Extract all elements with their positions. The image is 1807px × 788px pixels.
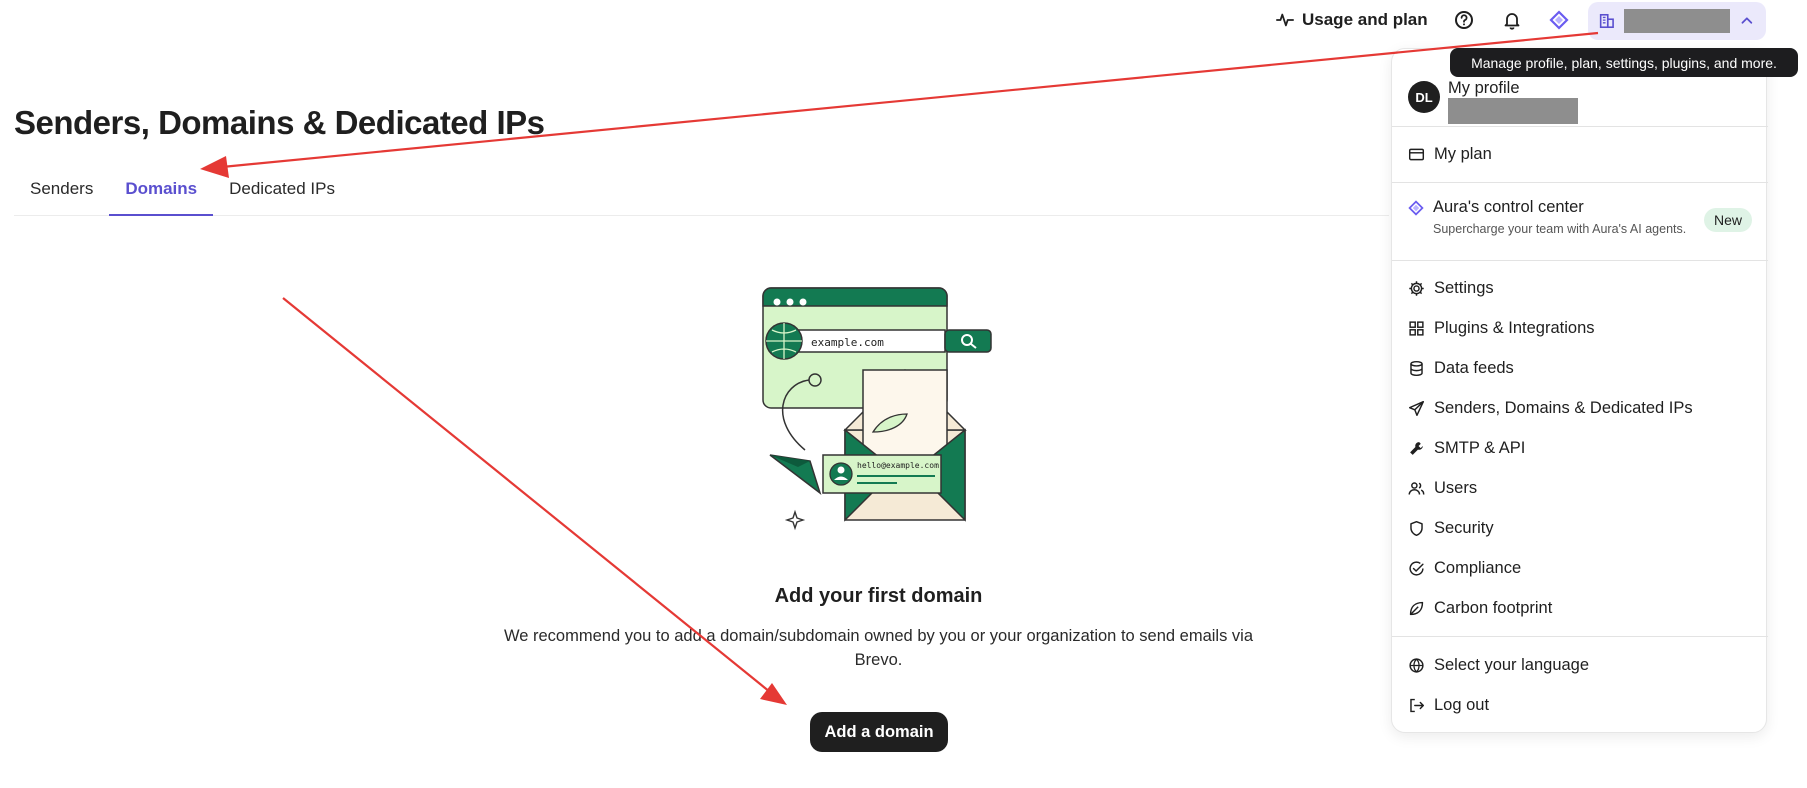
chevron-up-icon bbox=[1741, 17, 1753, 24]
menu-divider bbox=[1392, 126, 1768, 127]
aura-control-center-item[interactable]: Aura's control center Supercharge your t… bbox=[1408, 198, 1752, 250]
my-profile-label: My profile bbox=[1448, 79, 1520, 97]
illustration-email-text: hello@example.com bbox=[857, 461, 939, 470]
menu-divider bbox=[1392, 182, 1768, 183]
add-domain-button[interactable]: Add a domain bbox=[810, 712, 948, 752]
page-title: Senders, Domains & Dedicated IPs bbox=[14, 104, 545, 141]
aura-diamond-icon[interactable] bbox=[1547, 8, 1571, 32]
carbon-footprint-item[interactable]: Carbon footprint bbox=[1408, 593, 1752, 623]
users-item[interactable]: Users bbox=[1408, 473, 1752, 503]
users-icon bbox=[1408, 481, 1425, 495]
security-label: Security bbox=[1434, 518, 1494, 537]
log-out-label: Log out bbox=[1434, 695, 1490, 714]
shield-icon bbox=[1410, 520, 1423, 536]
leaf-icon bbox=[1409, 601, 1424, 615]
compliance-item[interactable]: Compliance bbox=[1408, 553, 1752, 583]
tab-senders[interactable]: Senders bbox=[14, 170, 109, 216]
credit-card-icon bbox=[1408, 148, 1425, 160]
compliance-label: Compliance bbox=[1434, 558, 1522, 577]
select-language-item[interactable]: Select your language bbox=[1408, 650, 1752, 680]
smtp-api-item[interactable]: SMTP & API bbox=[1408, 433, 1752, 463]
security-item[interactable]: Security bbox=[1408, 513, 1752, 543]
logout-icon bbox=[1410, 698, 1425, 712]
domain-illustration: example.com hello@example.com bbox=[762, 287, 992, 531]
account-menu-button[interactable] bbox=[1588, 2, 1766, 40]
help-icon[interactable] bbox=[1452, 8, 1476, 32]
carbon-footprint-label: Carbon footprint bbox=[1434, 598, 1553, 617]
account-dropdown-menu: DL My profile My plan Aura's control cen… bbox=[1391, 48, 1768, 733]
grid-icon bbox=[1409, 320, 1424, 336]
users-label: Users bbox=[1434, 478, 1478, 497]
pulse-icon bbox=[1276, 13, 1294, 27]
new-badge: New bbox=[1703, 208, 1752, 232]
aura-diamond-icon bbox=[1408, 199, 1424, 216]
my-plan-label: My plan bbox=[1434, 144, 1492, 163]
smtp-api-label: SMTP & API bbox=[1434, 438, 1526, 457]
empty-state-description: We recommend you to add a domain/subdoma… bbox=[503, 627, 1254, 669]
data-feeds-label: Data feeds bbox=[1434, 358, 1514, 377]
wrench-icon bbox=[1410, 441, 1423, 455]
settings-label: Settings bbox=[1434, 278, 1494, 297]
usage-and-plan-link[interactable]: Usage and plan bbox=[1276, 8, 1428, 32]
usage-and-plan-label: Usage and plan bbox=[1302, 10, 1428, 29]
select-language-label: Select your language bbox=[1434, 655, 1590, 674]
menu-divider bbox=[1392, 636, 1768, 637]
bell-icon[interactable] bbox=[1500, 8, 1524, 32]
tab-bar: Senders Domains Dedicated IPs bbox=[14, 170, 1389, 216]
gear-icon bbox=[1409, 280, 1424, 296]
tab-domains[interactable]: Domains bbox=[109, 170, 214, 216]
profile-email-redacted bbox=[1448, 98, 1578, 124]
illustration-url-text: example.com bbox=[811, 336, 884, 349]
menu-divider bbox=[1392, 260, 1768, 261]
settings-item[interactable]: Settings bbox=[1408, 273, 1752, 303]
plugins-integrations-label: Plugins & Integrations bbox=[1434, 318, 1595, 337]
paper-plane-icon bbox=[1408, 400, 1425, 416]
account-tooltip: Manage profile, plan, settings, plugins,… bbox=[1450, 48, 1798, 77]
aura-label: Aura's control center bbox=[1433, 198, 1584, 216]
building-icon bbox=[1599, 13, 1614, 29]
avatar: DL bbox=[1408, 81, 1440, 113]
plugins-integrations-item[interactable]: Plugins & Integrations bbox=[1408, 313, 1752, 343]
tab-dedicated-ips[interactable]: Dedicated IPs bbox=[213, 170, 351, 216]
globe-icon bbox=[1409, 657, 1424, 673]
account-name-redacted bbox=[1623, 9, 1731, 33]
check-circle-icon bbox=[1409, 560, 1424, 576]
log-out-item[interactable]: Log out bbox=[1408, 690, 1752, 720]
data-feeds-item[interactable]: Data feeds bbox=[1408, 353, 1752, 383]
database-icon bbox=[1410, 360, 1423, 376]
senders-domains-ips-item[interactable]: Senders, Domains & Dedicated IPs bbox=[1408, 393, 1752, 423]
my-plan-item[interactable]: My plan bbox=[1408, 139, 1752, 169]
senders-domains-ips-label: Senders, Domains & Dedicated IPs bbox=[1434, 398, 1693, 417]
